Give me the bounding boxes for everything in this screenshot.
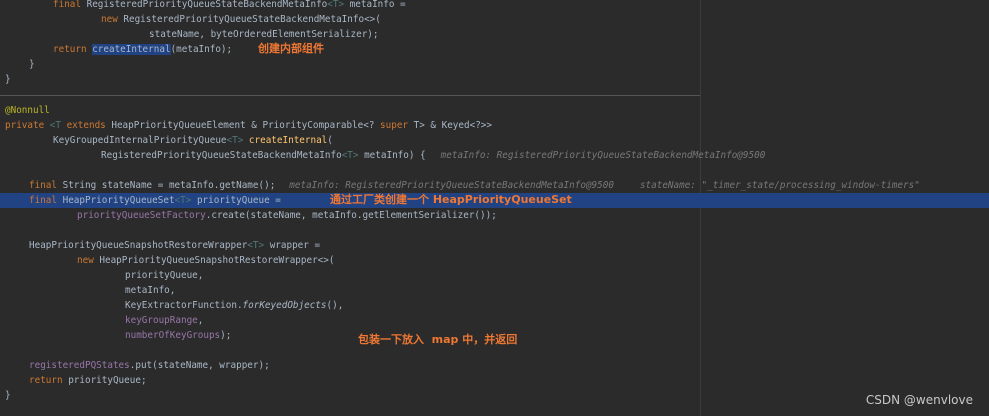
generic-type: <T> (341, 150, 359, 161)
inline-debug-value: metaInfo: RegisteredPriorityQueueStateBa… (289, 180, 614, 191)
code-line[interactable]: RegisteredPriorityQueueStateBackendMetaI… (101, 148, 765, 163)
code-line[interactable]: return priorityQueue; (29, 373, 147, 388)
code-text: ( (327, 135, 333, 146)
annotation-note: 通过工厂类创建一个 HeapPriorityQueueSet (330, 193, 572, 206)
keyword: final (53, 0, 87, 10)
code-line[interactable]: final RegisteredPriorityQueueStateBacken… (53, 0, 406, 12)
code-line[interactable]: priorityQueueSetFactory.create(stateName… (77, 208, 497, 223)
code-line[interactable]: keyGroupRange, (125, 313, 203, 328)
field-name: numberOfKeyGroups (125, 330, 221, 341)
code-text: , (197, 315, 204, 326)
type-name: HeapPriorityQueueSnapshotRestoreWrapper (29, 240, 248, 251)
right-margin-guide (700, 0, 701, 416)
code-line[interactable]: stateName, byteOrderedElementSerializer)… (149, 27, 379, 42)
code-text: priorityQueue; (68, 375, 147, 386)
keyword: new (77, 255, 100, 266)
keyword: private (5, 120, 50, 131)
keyword: extends (66, 120, 106, 131)
keyword: super (380, 120, 409, 131)
code-line[interactable]: new RegisteredPriorityQueueStateBackendM… (101, 12, 381, 27)
code-text: metaInfo, (125, 285, 176, 296)
code-line[interactable]: private <T extends HeapPriorityQueueElem… (5, 118, 492, 133)
annotation-note: 创建内部组件 (258, 42, 324, 55)
type-name: KeyGroupedInternalPriorityQueue (53, 135, 227, 146)
generic-type: <T> (226, 135, 244, 146)
code-text: KeyExtractorFunction. (125, 300, 243, 311)
code-text: (metaInfo); (170, 44, 233, 55)
keyword: final (29, 195, 63, 206)
code-text: .put(stateName, wrapper); (129, 360, 270, 371)
code-text: HeapPriorityQueueElement & PriorityCompa… (105, 120, 381, 131)
generic-type: <T> (174, 195, 192, 206)
annotation-note: 包装一下放入 map 中，并返回 (358, 333, 518, 346)
code-line[interactable]: } (5, 388, 11, 403)
annotation: @Nonnull (5, 105, 50, 116)
code-text: ); (220, 330, 232, 341)
code-text: priorityQueue, (125, 270, 204, 281)
inline-debug-value: stateName: "_timer_state/processing_wind… (639, 180, 920, 191)
type-name: HeapPriorityQueueSet (62, 195, 175, 206)
code-line[interactable]: priorityQueue, (125, 268, 203, 283)
code-text: metaInfo = (344, 0, 406, 10)
code-text: metaInfo) { (358, 150, 426, 161)
keyword: final (29, 180, 63, 191)
code-text: HeapPriorityQueueSnapshotRestoreWrapper<… (99, 255, 335, 266)
code-text: RegisteredPriorityQueueStateBackendMetaI… (123, 14, 381, 25)
generic-type: <T (49, 120, 67, 131)
code-text: String stateName = metaInfo.getName(); (62, 180, 276, 191)
code-line[interactable]: final String stateName = metaInfo.getNam… (29, 178, 920, 193)
closing-brace: } (29, 59, 35, 70)
keyword: return (53, 44, 93, 55)
watermark: CSDN @wenvlove (865, 393, 973, 407)
generic-type: <T> (247, 240, 265, 251)
code-line[interactable]: new HeapPriorityQueueSnapshotRestoreWrap… (77, 253, 334, 268)
code-line[interactable]: return createInternal(metaInfo); (53, 42, 232, 57)
type-name: RegisteredPriorityQueueStateBackendMetaI… (86, 0, 328, 10)
code-text: T> & Keyed<?>> (408, 120, 492, 131)
code-line[interactable]: numberOfKeyGroups); (125, 328, 231, 343)
code-line[interactable]: } (29, 57, 35, 72)
field-name: registeredPQStates (29, 360, 130, 371)
code-line[interactable]: KeyGroupedInternalPriorityQueue<T> creat… (53, 133, 333, 148)
closing-brace: } (5, 390, 11, 401)
code-line[interactable]: KeyExtractorFunction.forKeyedObjects(), (125, 298, 343, 313)
keyword: return (29, 375, 69, 386)
field-name: priorityQueueSetFactory (77, 210, 206, 221)
field-name: keyGroupRange (125, 315, 198, 326)
code-line[interactable]: registeredPQStates.put(stateName, wrappe… (29, 358, 270, 373)
method-name: createInternal (248, 135, 328, 146)
code-text: priorityQueue = (191, 195, 281, 206)
method-separator (0, 95, 700, 96)
code-line[interactable]: } (5, 72, 11, 87)
inline-debug-value: metaInfo: RegisteredPriorityQueueStateBa… (440, 150, 766, 161)
generic-type: <T> (327, 0, 345, 10)
type-name: RegisteredPriorityQueueStateBackendMetaI… (101, 150, 342, 161)
code-editor[interactable]: final RegisteredPriorityQueueStateBacken… (0, 0, 989, 416)
code-text: (), (326, 300, 344, 311)
code-line[interactable]: HeapPriorityQueueSnapshotRestoreWrapper<… (29, 238, 320, 253)
code-line[interactable]: @Nonnull (5, 103, 50, 118)
static-method-call: forKeyedObjects (242, 300, 327, 311)
keyword: new (101, 14, 124, 25)
code-line-current[interactable]: final HeapPriorityQueueSet<T> priorityQu… (29, 193, 281, 208)
code-line[interactable]: metaInfo, (125, 283, 175, 298)
code-text: stateName, byteOrderedElementSerializer)… (149, 29, 379, 40)
code-text: .create(stateName, metaInfo.getElementSe… (205, 210, 497, 221)
selected-method-call[interactable]: createInternal (92, 44, 171, 55)
code-text: wrapper = (264, 240, 321, 251)
closing-brace: } (5, 74, 11, 85)
